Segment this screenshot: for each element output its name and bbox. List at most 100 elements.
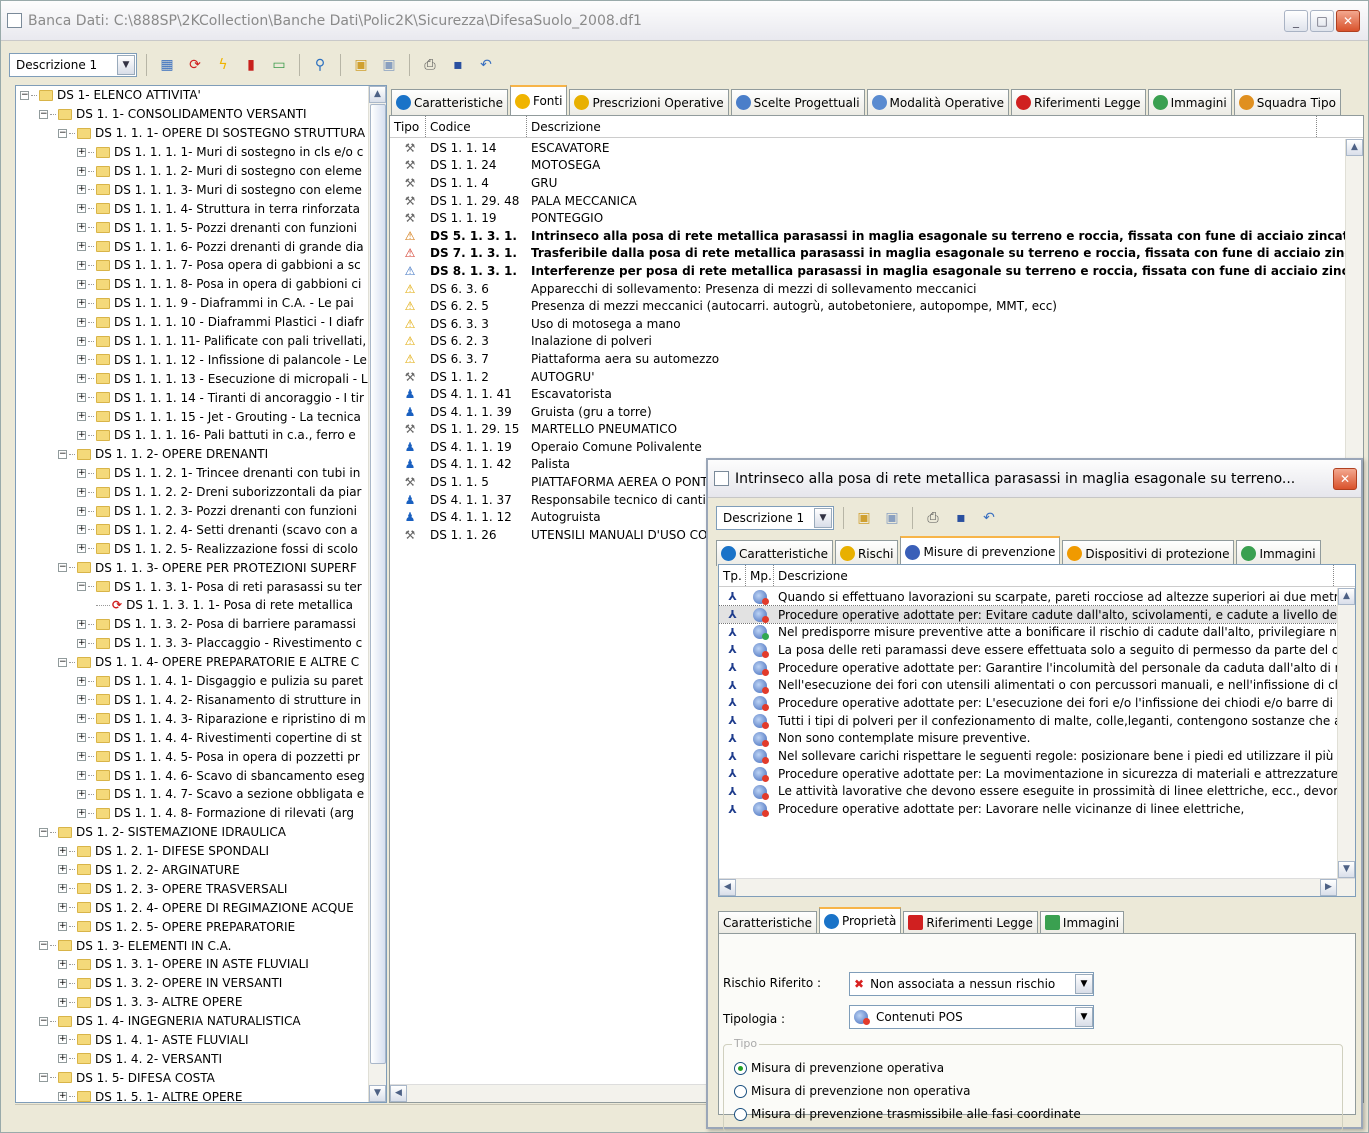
scroll-thumb[interactable]: [370, 104, 386, 1064]
tree-node[interactable]: + DS 1. 2. 2- ARGINATURE: [16, 861, 368, 880]
table-row[interactable]: ⚒ DS 1. 1. 29. 15 MARTELLO PNEUMATICO: [390, 421, 1345, 439]
expand-icon[interactable]: +: [77, 260, 86, 270]
expand-icon[interactable]: +: [77, 279, 86, 289]
tree-node[interactable]: − DS 1. 1. 2- OPERE DRENANTI: [16, 445, 368, 464]
expand-icon[interactable]: +: [77, 185, 86, 195]
tree-node[interactable]: + DS 1. 3. 1- OPERE IN ASTE FLUVIALI: [16, 955, 368, 974]
expand-icon[interactable]: +: [77, 808, 86, 818]
table-row[interactable]: ⚠ DS 6. 2. 5 Presenza di mezzi meccanici (…: [390, 297, 1345, 315]
list-item[interactable]: ⅄ Quando si effettuano lavorazioni su sca…: [719, 588, 1337, 606]
expand-icon[interactable]: +: [77, 336, 86, 346]
tree-node[interactable]: + DS 1. 1. 3. 2- Posa di barriere paramas…: [16, 615, 368, 634]
tree-node[interactable]: + DS 1. 1. 1. 15 - Jet - Grouting - La te…: [16, 407, 368, 426]
list-item[interactable]: ⅄ Non sono contemplate misure preventive.: [719, 730, 1337, 748]
expand-icon[interactable]: +: [77, 374, 86, 384]
expand-icon[interactable]: +: [58, 884, 67, 894]
tree-node[interactable]: + DS 1. 1. 4. 2- Risanamento di strutture…: [16, 691, 368, 710]
table-row[interactable]: ⚒ DS 1. 1. 24 MOTOSEGA: [390, 157, 1345, 175]
scroll-up-icon[interactable]: ▲: [1346, 139, 1363, 156]
scroll-up-icon[interactable]: ▲: [369, 86, 386, 103]
undo-icon[interactable]: ↶: [978, 507, 1000, 529]
scroll-down-icon[interactable]: ▼: [1338, 861, 1355, 878]
folder-open-icon[interactable]: ▣: [881, 507, 903, 529]
tree-node[interactable]: + DS 1. 2. 3- OPERE TRASVERSALI: [16, 879, 368, 898]
dialog-tab-rischi[interactable]: Rischi: [834, 540, 899, 566]
risk-select[interactable]: ✖ Non associata a nessun rischio ▼: [849, 972, 1094, 996]
tree-node[interactable]: − DS 1. 1. 3- OPERE PER PROTEZIONI SUPERF: [16, 558, 368, 577]
dialog-close-button[interactable]: ✕: [1333, 467, 1357, 490]
book-icon[interactable]: ▮: [240, 54, 262, 76]
tree-node[interactable]: + DS 1. 5. 1- ALTRE OPERE: [16, 1087, 368, 1102]
table-row[interactable]: ♟ DS 4. 1. 1. 39 Gruista (gru a torre): [390, 403, 1345, 421]
expand-icon[interactable]: +: [77, 525, 86, 535]
tree-node[interactable]: + DS 1. 1. 1. 13 - Esecuzione di micropal…: [16, 369, 368, 388]
tree-node[interactable]: + DS 1. 3. 3- ALTRE OPERE: [16, 993, 368, 1012]
table-row[interactable]: ⚒ DS 1. 1. 2 AUTOGRU': [390, 368, 1345, 386]
tree-node[interactable]: − DS 1. 1- CONSOLIDAMENTO VERSANTI: [16, 105, 368, 124]
tree-node[interactable]: + DS 1. 1. 1. 10 - Diaframmi Plastici - I…: [16, 313, 368, 332]
calendar-icon[interactable]: ▦: [156, 54, 178, 76]
tree-node[interactable]: − DS 1. 3- ELEMENTI IN C.A.: [16, 936, 368, 955]
maximize-button[interactable]: □: [1310, 10, 1334, 32]
table-row[interactable]: ⚠ DS 6. 3. 7 Piattaforma aera su automezzo: [390, 350, 1345, 368]
expand-icon[interactable]: +: [77, 695, 86, 705]
prop-tab-immagini[interactable]: Immagini: [1039, 911, 1125, 933]
search-icon[interactable]: ⚲: [309, 54, 331, 76]
tree-node[interactable]: − DS 1. 1. 1- OPERE DI SOSTEGNO STRUTTURA: [16, 124, 368, 143]
table-row[interactable]: ⚠ DS 6. 3. 3 Uso di motosega a mano: [390, 315, 1345, 333]
lightning-icon[interactable]: ϟ: [212, 54, 234, 76]
tree-node[interactable]: − DS 1. 1. 4- OPERE PREPARATORIE E ALTRE …: [16, 653, 368, 672]
image-icon[interactable]: ▭: [268, 54, 290, 76]
expand-icon[interactable]: +: [77, 355, 86, 365]
tab-caratteristiche[interactable]: Caratteristiche: [391, 89, 508, 115]
tree-node[interactable]: + DS 1. 2. 4- OPERE DI REGIMAZIONE ACQUE: [16, 898, 368, 917]
list-item[interactable]: ⅄ Nel sollevare carichi rispettare le seg…: [719, 747, 1337, 765]
dialog-tab-dispositivi-di-protezione[interactable]: Dispositivi di protezione: [1062, 540, 1235, 566]
tipo-radio[interactable]: Misura di prevenzione non operativa: [734, 1084, 970, 1098]
tab-modalità-operative[interactable]: Modalità Operative: [866, 89, 1010, 115]
expand-icon[interactable]: +: [77, 676, 86, 686]
expand-icon[interactable]: +: [77, 544, 86, 554]
collapse-icon[interactable]: −: [39, 109, 48, 119]
tree-node[interactable]: + DS 1. 1. 1. 8- Posa in opera di gabbion…: [16, 275, 368, 294]
description-select[interactable]: Descrizione 1 ▼: [9, 53, 137, 77]
tab-scelte-progettuali[interactable]: Scelte Progettuali: [730, 89, 865, 115]
tree-node[interactable]: + DS 1. 1. 1. 2- Muri di sostegno con ele…: [16, 162, 368, 181]
expand-icon[interactable]: +: [77, 506, 86, 516]
list-item[interactable]: ⅄ Le attività lavorative che devono esser…: [719, 783, 1337, 801]
tree-node[interactable]: + DS 1. 1. 4. 6- Scavo di sbancamento ese…: [16, 766, 368, 785]
tree-node[interactable]: + DS 1. 1. 4. 4- Rivestimenti copertine d…: [16, 728, 368, 747]
tree-node[interactable]: + DS 1. 1. 4. 7- Scavo a sezione obbligat…: [16, 785, 368, 804]
table-row[interactable]: ⚠ DS 8. 1. 3. 1. Interferenze per posa di …: [390, 262, 1345, 280]
tree-node[interactable]: + DS 1. 1. 1. 14 - Tiranti di ancoraggio …: [16, 388, 368, 407]
tree-node[interactable]: + DS 1. 1. 1. 4- Struttura in terra rinfo…: [16, 199, 368, 218]
tree-node[interactable]: − DS 1. 4- INGEGNERIA NATURALISTICA: [16, 1012, 368, 1031]
table-row[interactable]: ⚒ DS 1. 1. 14 ESCAVATORE: [390, 139, 1345, 157]
scroll-right-icon[interactable]: ▶: [1320, 879, 1337, 896]
collapse-icon[interactable]: −: [39, 827, 48, 837]
folder-icon[interactable]: ▣: [350, 54, 372, 76]
expand-icon[interactable]: +: [77, 223, 86, 233]
tree-node[interactable]: + DS 1. 2. 1- DIFESE SPONDALI: [16, 842, 368, 861]
collapse-icon[interactable]: −: [20, 90, 29, 100]
tab-prescrizioni-operative[interactable]: Prescrizioni Operative: [569, 89, 729, 115]
collapse-icon[interactable]: −: [58, 563, 67, 573]
dialog-tab-misure-di-prevenzione[interactable]: Misure di prevenzione: [900, 536, 1061, 566]
expand-icon[interactable]: +: [77, 204, 86, 214]
prop-tab-proprietà[interactable]: Proprietà: [818, 907, 902, 933]
table-row[interactable]: ⚠ DS 6. 2. 3 Inalazione di polveri: [390, 333, 1345, 351]
tree-node[interactable]: − DS 1. 5- DIFESA COSTA: [16, 1068, 368, 1087]
tipo-radio[interactable]: Misura di prevenzione operativa: [734, 1061, 944, 1075]
list-item[interactable]: ⅄ Nel predisporre misure preventive atte …: [719, 623, 1337, 641]
list-item[interactable]: ⅄ Nell'esecuzione dei fori con utensili a…: [719, 676, 1337, 694]
expand-icon[interactable]: +: [77, 430, 86, 440]
chevron-down-icon[interactable]: ▼: [1075, 974, 1093, 994]
expand-icon[interactable]: +: [77, 166, 86, 176]
expand-icon[interactable]: +: [77, 789, 86, 799]
expand-icon[interactable]: +: [58, 1092, 67, 1102]
tree-node[interactable]: + DS 1. 4. 1- ASTE FLUVIALI: [16, 1031, 368, 1050]
print-icon[interactable]: ⎙: [922, 507, 944, 529]
tree-node[interactable]: + DS 1. 2. 5- OPERE PREPARATORIE: [16, 917, 368, 936]
tree-node[interactable]: + DS 1. 1. 1. 9 - Diaframmi in C.A. - Le …: [16, 294, 368, 313]
table-row[interactable]: ⚠ DS 6. 3. 6 Apparecchi di sollevamento: P…: [390, 280, 1345, 298]
